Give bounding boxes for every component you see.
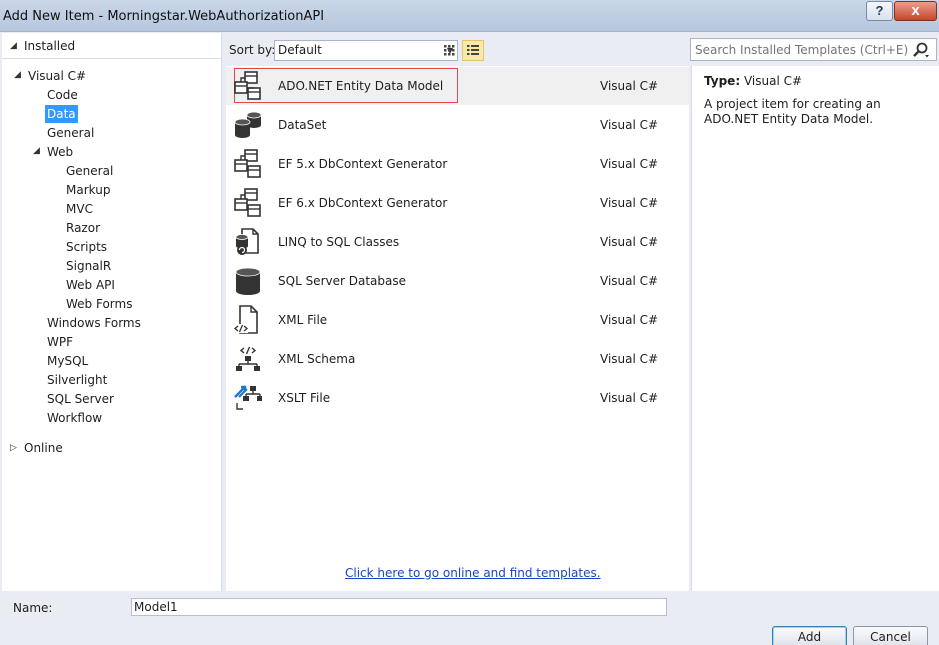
tree-item-signalr[interactable]: SignalR (64, 257, 113, 275)
installed-label: Installed (24, 39, 76, 53)
entity-model-icon (234, 71, 261, 100)
expand-web-icon[interactable]: ◢ (33, 146, 40, 156)
tree-item-windows-forms[interactable]: Windows Forms (45, 314, 143, 332)
database-icon (235, 267, 261, 295)
collapse-arrow-icon[interactable]: ◢ (10, 33, 17, 59)
installed-header[interactable]: ◢ Installed (2, 33, 222, 59)
template-language: Visual C# (600, 79, 659, 93)
template-language: Visual C# (600, 118, 659, 132)
search-box (690, 38, 937, 61)
tree-item-mvc[interactable]: MVC (64, 200, 95, 218)
template-name: EF 5.x DbContext Generator (278, 157, 448, 171)
expand-arrow-icon[interactable]: ▷ (10, 435, 17, 461)
tree-item-data[interactable]: Data (45, 105, 78, 123)
template-description: A project item for creating an ADO.NET E… (704, 97, 881, 126)
tree-item-silverlight[interactable]: Silverlight (45, 371, 109, 389)
tree-item-wpf[interactable]: WPF (45, 333, 75, 351)
template-name: SQL Server Database (278, 274, 406, 288)
tree-item-web[interactable]: Web (45, 143, 75, 161)
tree-item-web-forms[interactable]: Web Forms (64, 295, 134, 313)
xslt-file-icon (234, 385, 262, 410)
grid-view-icon (444, 45, 455, 56)
online-header[interactable]: ▷ Online (2, 435, 222, 461)
add-button[interactable]: Add (772, 626, 847, 645)
tree-item-razor[interactable]: Razor (64, 219, 102, 237)
bottom-bar: Name: Add Cancel (0, 591, 939, 645)
template-name: XML File (278, 313, 328, 327)
template-row-ado-net-entity-data-model[interactable]: ADO.NET Entity Data Model Visual C# (226, 67, 689, 105)
xml-file-icon (233, 305, 258, 334)
template-row-sql-server-database[interactable]: SQL Server Database Visual C# (226, 262, 689, 300)
template-language: Visual C# (600, 235, 659, 249)
find-templates-online-link[interactable]: Click here to go online and find templat… (345, 566, 601, 580)
category-panel: ◢ Installed ◢ Visual C# Code Data Genera… (2, 33, 222, 591)
tree-item-scripts[interactable]: Scripts (64, 238, 109, 256)
template-name: XSLT File (278, 391, 331, 405)
list-view-button[interactable] (462, 40, 484, 61)
window-title: Add New Item - Morningstar.WebAuthorizat… (3, 9, 325, 24)
template-name: EF 6.x DbContext Generator (278, 196, 448, 210)
template-language: Visual C# (600, 352, 659, 366)
expand-visual-csharp-icon[interactable]: ◢ (14, 70, 21, 80)
template-language: Visual C# (600, 391, 659, 405)
template-row-ef6-dbcontext-generator[interactable]: EF 6.x DbContext Generator Visual C# (226, 184, 689, 222)
cancel-button[interactable]: Cancel (853, 626, 928, 645)
dataset-icon (234, 111, 262, 138)
grid-view-button[interactable] (438, 40, 460, 61)
ef-generator-icon (234, 188, 261, 217)
template-language: Visual C# (600, 274, 659, 288)
sort-by-label: Sort by: (229, 43, 276, 57)
tree-item-web-api[interactable]: Web API (64, 276, 117, 294)
template-language: Visual C# (600, 196, 659, 210)
title-bar: Add New Item - Morningstar.WebAuthorizat… (0, 0, 939, 32)
ef-generator-icon (234, 149, 261, 178)
template-row-xml-schema[interactable]: XML Schema Visual C# (226, 340, 689, 378)
help-button[interactable]: ? (866, 1, 893, 21)
template-row-xml-file[interactable]: XML File Visual C# (226, 301, 689, 339)
tree-item-sql-server[interactable]: SQL Server (45, 390, 116, 408)
close-button[interactable]: x (894, 1, 937, 21)
tree-item-code[interactable]: Code (45, 86, 80, 104)
template-name: XML Schema (278, 352, 356, 366)
template-row-linq-to-sql-classes[interactable]: LINQ to SQL Classes Visual C# (226, 223, 689, 261)
template-row-ef5-dbcontext-generator[interactable]: EF 5.x DbContext Generator Visual C# (226, 145, 689, 183)
list-view-icon (467, 45, 479, 55)
details-panel: Type: Visual C# A project item for creat… (691, 66, 939, 591)
search-input[interactable] (691, 39, 911, 60)
template-language: Visual C# (600, 313, 659, 327)
template-name: ADO.NET Entity Data Model (278, 79, 444, 93)
sort-value: Default (278, 43, 322, 57)
tree-item-workflow[interactable]: Workflow (45, 409, 104, 427)
type-line: Type: Visual C# (704, 74, 802, 88)
template-language: Visual C# (600, 157, 659, 171)
tree-item-web-general[interactable]: General (64, 162, 115, 180)
name-field[interactable] (131, 598, 667, 616)
template-row-xslt-file[interactable]: XSLT File Visual C# (226, 379, 689, 417)
toolbar: Sort by: Default ▼ (224, 33, 939, 66)
type-value: Visual C# (743, 74, 803, 88)
template-row-dataset[interactable]: DataSet Visual C# (226, 106, 689, 144)
tree-item-markup[interactable]: Markup (64, 181, 112, 199)
template-name: DataSet (278, 118, 327, 132)
type-label: Type: (704, 74, 741, 88)
tree-item-mysql[interactable]: MySQL (45, 352, 90, 370)
xml-schema-icon (236, 346, 260, 371)
template-list: ADO.NET Entity Data Model Visual C# Data… (226, 66, 689, 591)
online-label: Online (24, 441, 63, 455)
search-icon[interactable] (912, 41, 930, 59)
template-name: LINQ to SQL Classes (278, 235, 400, 249)
sort-dropdown[interactable]: Default ▼ (274, 40, 458, 61)
tree-item-general[interactable]: General (45, 124, 96, 142)
linq-to-sql-icon (235, 228, 259, 255)
name-label: Name: (13, 601, 53, 615)
tree-item-visual-csharp[interactable]: Visual C# (26, 67, 88, 85)
